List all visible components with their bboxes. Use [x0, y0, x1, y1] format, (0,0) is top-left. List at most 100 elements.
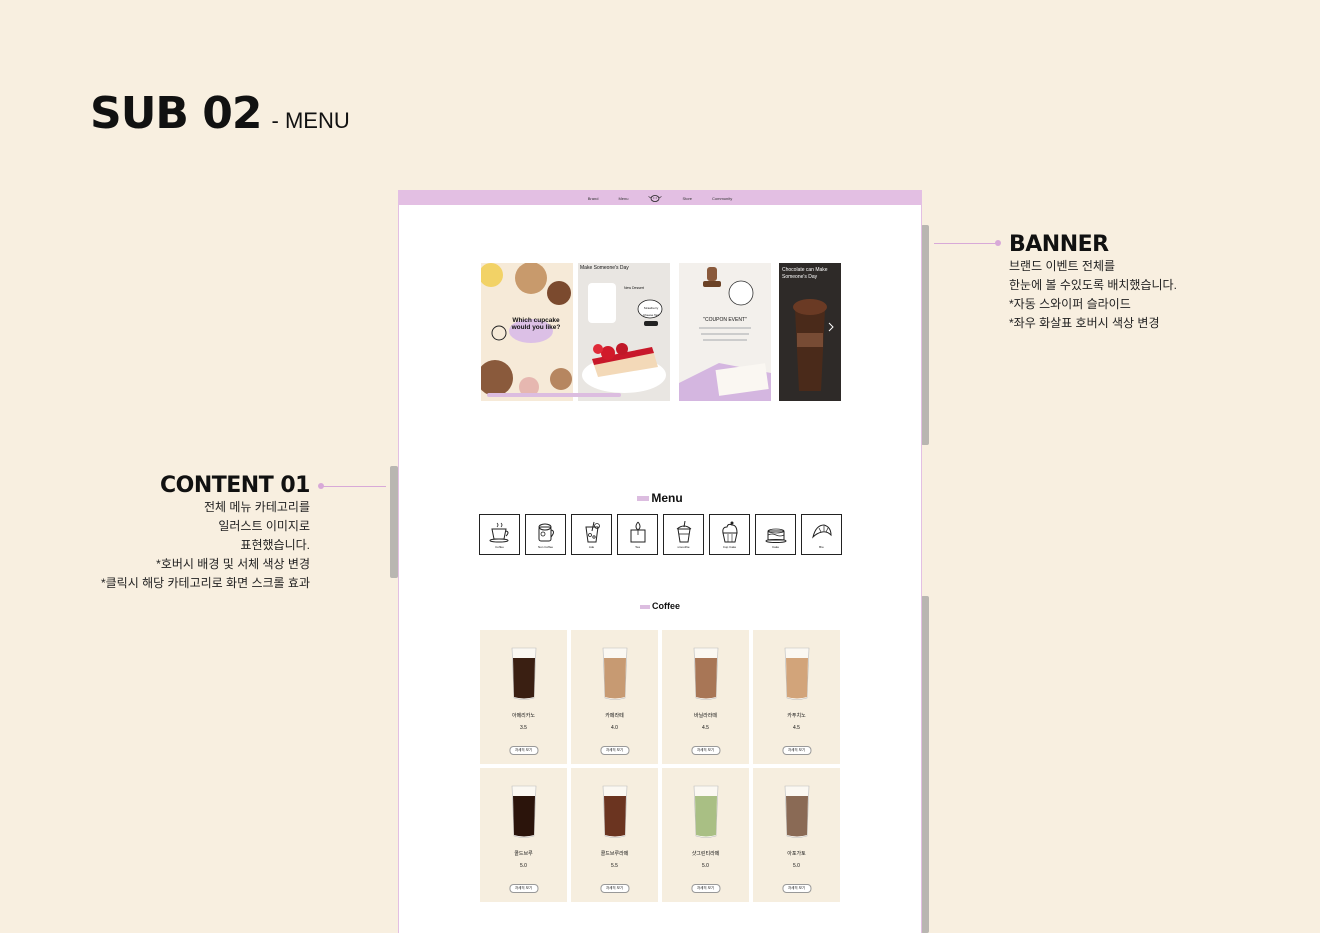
product-name: 바닐라라떼: [693, 713, 717, 719]
category-label: Coffee: [495, 544, 504, 549]
banner-annotation-line: *자동 스와이퍼 슬라이드: [1009, 297, 1131, 311]
nav-community[interactable]: Community: [712, 196, 732, 201]
banner-annotation-line: *좌우 화살표 호버시 색상 변경: [1009, 316, 1160, 330]
content-annotation-line: *클릭시 해당 카테고리로 화면 스크롤 효과: [100, 576, 310, 590]
banner-annotation-line: 한눈에 볼 수있도록 배치했습니다.: [1009, 278, 1177, 292]
product-card[interactable]: 아메리카노 3.5 자세히 보기: [480, 630, 567, 764]
product-card[interactable]: 샷그린티라떼 5.0 자세히 보기: [662, 768, 749, 902]
category-label: Cup Cake: [722, 544, 737, 549]
banner-slider[interactable]: Which cupcake would you like? Make Someo…: [481, 263, 841, 401]
banner-annotation-title: BANNER: [1009, 232, 1109, 257]
category-label: Non Coffee: [537, 544, 554, 549]
banner-slide-tag: Strawberry Cheese Tart: [642, 306, 660, 317]
product-detail-button[interactable]: 자세히 보기: [599, 746, 630, 755]
content-annotation-line: 일러스트 이미지로: [218, 519, 310, 533]
ade-glass-icon: [584, 521, 600, 542]
category-ade[interactable]: Ade: [571, 514, 612, 555]
product-price: 4.5: [793, 725, 800, 731]
site-logo-icon[interactable]: [648, 194, 663, 202]
product-price: 5.0: [702, 863, 709, 869]
coffee-section-title: Coffee: [399, 601, 921, 611]
banner-slide-caption: Which cupcake would you like?: [511, 317, 561, 331]
nav-menu[interactable]: Menu: [618, 196, 628, 201]
banner-slide-sub: New Dessert: [624, 286, 645, 290]
banner-slide-caption: Make Someone's Day: [580, 265, 629, 271]
page-title-sub: - MENU: [271, 108, 350, 133]
content-scrollbar-right[interactable]: [921, 596, 929, 933]
banner-slide-caption: "COUPON EVENT": [703, 317, 747, 323]
product-card[interactable]: 바닐라라떼 4.5 자세히 보기: [662, 630, 749, 764]
cupcake-icon: [721, 521, 738, 542]
product-name: 카푸치노: [787, 713, 806, 719]
mug-icon: [538, 523, 554, 541]
category-tea[interactable]: Tea: [617, 514, 658, 555]
product-card[interactable]: 아포가토 5.0 자세히 보기: [753, 768, 840, 902]
site-mockup: Brand Menu Store Community Which cupcake…: [398, 190, 922, 933]
product-image: [689, 644, 723, 707]
product-price: 5.5: [611, 863, 618, 869]
nav-brand[interactable]: Brand: [588, 196, 599, 201]
product-price: 5.0: [520, 863, 527, 869]
banner-scrollbar[interactable]: [921, 225, 929, 445]
content-annotation-line: 표현했습니다.: [240, 538, 310, 552]
category-label: Cake: [771, 544, 779, 549]
coffee-cup-icon: [489, 522, 508, 542]
product-image: [780, 782, 814, 845]
product-detail-button[interactable]: 자세히 보기: [690, 884, 721, 893]
coffee-title-text: Coffee: [651, 601, 680, 611]
content-annotation-line: *호버시 배경 및 서체 색상 변경: [156, 557, 310, 571]
product-name: 아메리카노: [511, 713, 535, 719]
product-card[interactable]: 콜드브루라떼 5.5 자세히 보기: [571, 768, 658, 902]
croissant-icon: [811, 523, 832, 539]
content-annotation-title: CONTENT 01: [160, 473, 311, 498]
product-card[interactable]: 카푸치노 4.5 자세히 보기: [753, 630, 840, 764]
product-name: 샷그린티라떼: [691, 851, 720, 857]
category-cake[interactable]: Cake: [755, 514, 796, 555]
product-image: [780, 644, 814, 707]
banner-annotation-line: 브랜드 이벤트 전체를: [1009, 259, 1116, 273]
product-name: 콜드브루라떼: [600, 851, 629, 857]
category-bread[interactable]: Bre: [801, 514, 842, 555]
nav-store[interactable]: Store: [682, 196, 692, 201]
site-nav: Brand Menu Store Community: [399, 191, 921, 205]
banner-slide-coupon[interactable]: "COUPON EVENT": [679, 263, 771, 401]
product-image: [598, 644, 632, 707]
product-name: 콜드브루: [514, 851, 533, 857]
category-smoothie[interactable]: smoothie: [663, 514, 704, 555]
category-cupcake[interactable]: Cup Cake: [709, 514, 750, 555]
page-title: SUB 02 - MENU: [90, 88, 350, 139]
product-detail-button[interactable]: 자세히 보기: [690, 746, 721, 755]
product-detail-button[interactable]: 자세히 보기: [599, 884, 630, 893]
product-price: 4.0: [611, 725, 618, 731]
category-label: Tea: [635, 544, 640, 549]
product-card[interactable]: 카페라떼 4.0 자세히 보기: [571, 630, 658, 764]
content-annotation: CONTENT 01 전체 메뉴 카테고리를 일러스트 이미지로 표현했습니다.…: [50, 473, 311, 593]
content-connector: [322, 486, 386, 487]
page-title-main: SUB 02: [90, 88, 263, 139]
product-grid: 아메리카노 3.5 자세히 보기 카페라떼 4.0 자세히 보기 바닐라라떼 4.5 자세히 보…: [480, 630, 840, 902]
product-image: [598, 782, 632, 845]
banner-slide-chocolate[interactable]: Chocolate can Make Someone's Day: [779, 263, 841, 401]
product-detail-button[interactable]: 자세히 보기: [508, 884, 539, 893]
category-coffee[interactable]: Coffee: [479, 514, 520, 555]
banner-slide-cheese-tart[interactable]: Make Someone's Day New Dessert Strawberr…: [578, 263, 670, 401]
product-name: 카페라떼: [605, 713, 624, 719]
menu-title-text: Menu: [651, 491, 683, 505]
cake-icon: [765, 528, 786, 543]
category-non-coffee[interactable]: Non Coffee: [525, 514, 566, 555]
product-image: [689, 782, 723, 845]
category-label: Ade: [588, 544, 595, 549]
product-detail-button[interactable]: 자세히 보기: [781, 746, 812, 755]
content-scrollbar-left[interactable]: [390, 466, 398, 578]
product-detail-button[interactable]: 자세히 보기: [508, 746, 539, 755]
content-annotation-line: 전체 메뉴 카테고리를: [203, 500, 310, 514]
category-label: Bre: [819, 544, 824, 549]
banner-slide-caption: Chocolate can Make Someone's Day: [782, 267, 828, 280]
category-list: Coffee Non Coffee Ade Tea smoothie Cup C…: [479, 514, 842, 555]
banner-slide-cupcake[interactable]: Which cupcake would you like?: [481, 263, 573, 401]
banner-connector-dot: [995, 240, 1001, 246]
smoothie-cup-icon: [676, 520, 691, 542]
product-card[interactable]: 콜드브루 5.0 자세히 보기: [480, 768, 567, 902]
tea-bag-icon: [630, 521, 645, 542]
product-detail-button[interactable]: 자세히 보기: [781, 884, 812, 893]
